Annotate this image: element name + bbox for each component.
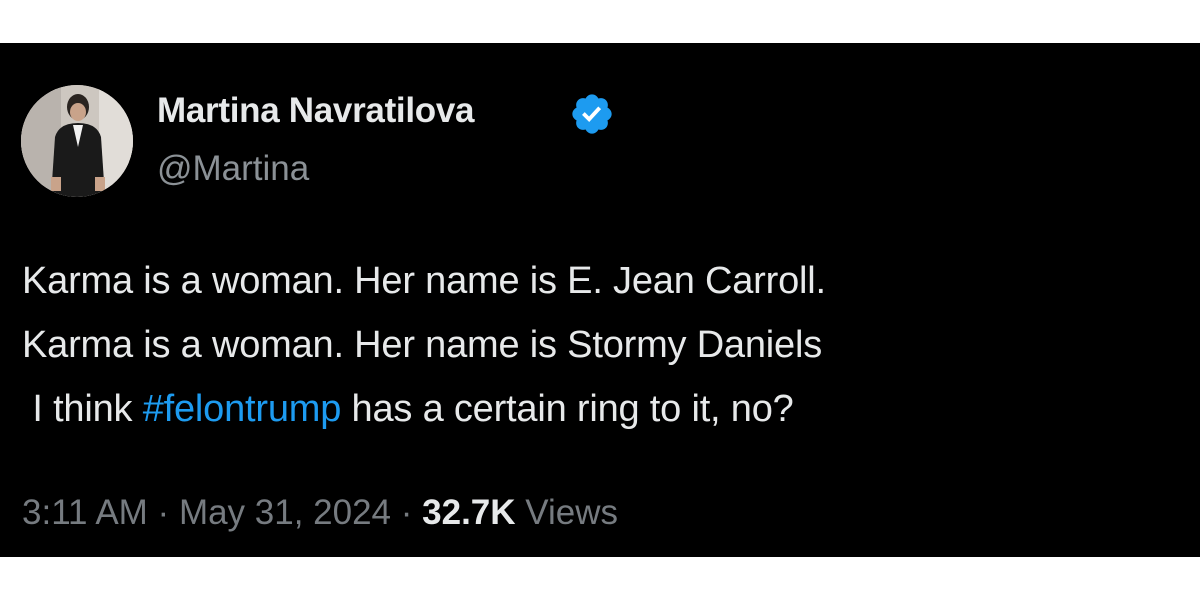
views-count: 32.7K xyxy=(422,493,516,532)
tweet-text: Karma is a woman. Her name is E. Jean Ca… xyxy=(22,249,1182,441)
tweet-date[interactable]: May 31, 2024 xyxy=(179,493,391,532)
tweet-line-3-start: I think xyxy=(22,388,143,430)
author-handle[interactable]: @Martina xyxy=(157,149,309,189)
tweet-line-1: Karma is a woman. Her name is E. Jean Ca… xyxy=(22,260,826,302)
tweet-line-3: I think #felontrump has a certain ring t… xyxy=(22,377,1182,441)
meta-separator-2: · xyxy=(391,493,423,532)
tweet-meta: 3:11 AM · May 31, 2024 · 32.7K Views xyxy=(22,493,618,533)
meta-separator-1: · xyxy=(147,493,179,532)
author-avatar[interactable] xyxy=(21,85,133,197)
tweet-card: Martina Navratilova @Martina Karma is a … xyxy=(0,43,1200,557)
tweet-time[interactable]: 3:11 AM xyxy=(22,493,148,532)
views-label: Views xyxy=(515,493,619,532)
tweet-line-3-end: has a certain ring to it, no? xyxy=(341,388,794,430)
verified-badge-icon xyxy=(572,94,612,134)
tweet-line-2: Karma is a woman. Her name is Stormy Dan… xyxy=(22,324,823,366)
hashtag-link[interactable]: #felontrump xyxy=(143,388,342,430)
avatar-photo xyxy=(21,85,133,197)
author-name[interactable]: Martina Navratilova xyxy=(157,91,475,131)
